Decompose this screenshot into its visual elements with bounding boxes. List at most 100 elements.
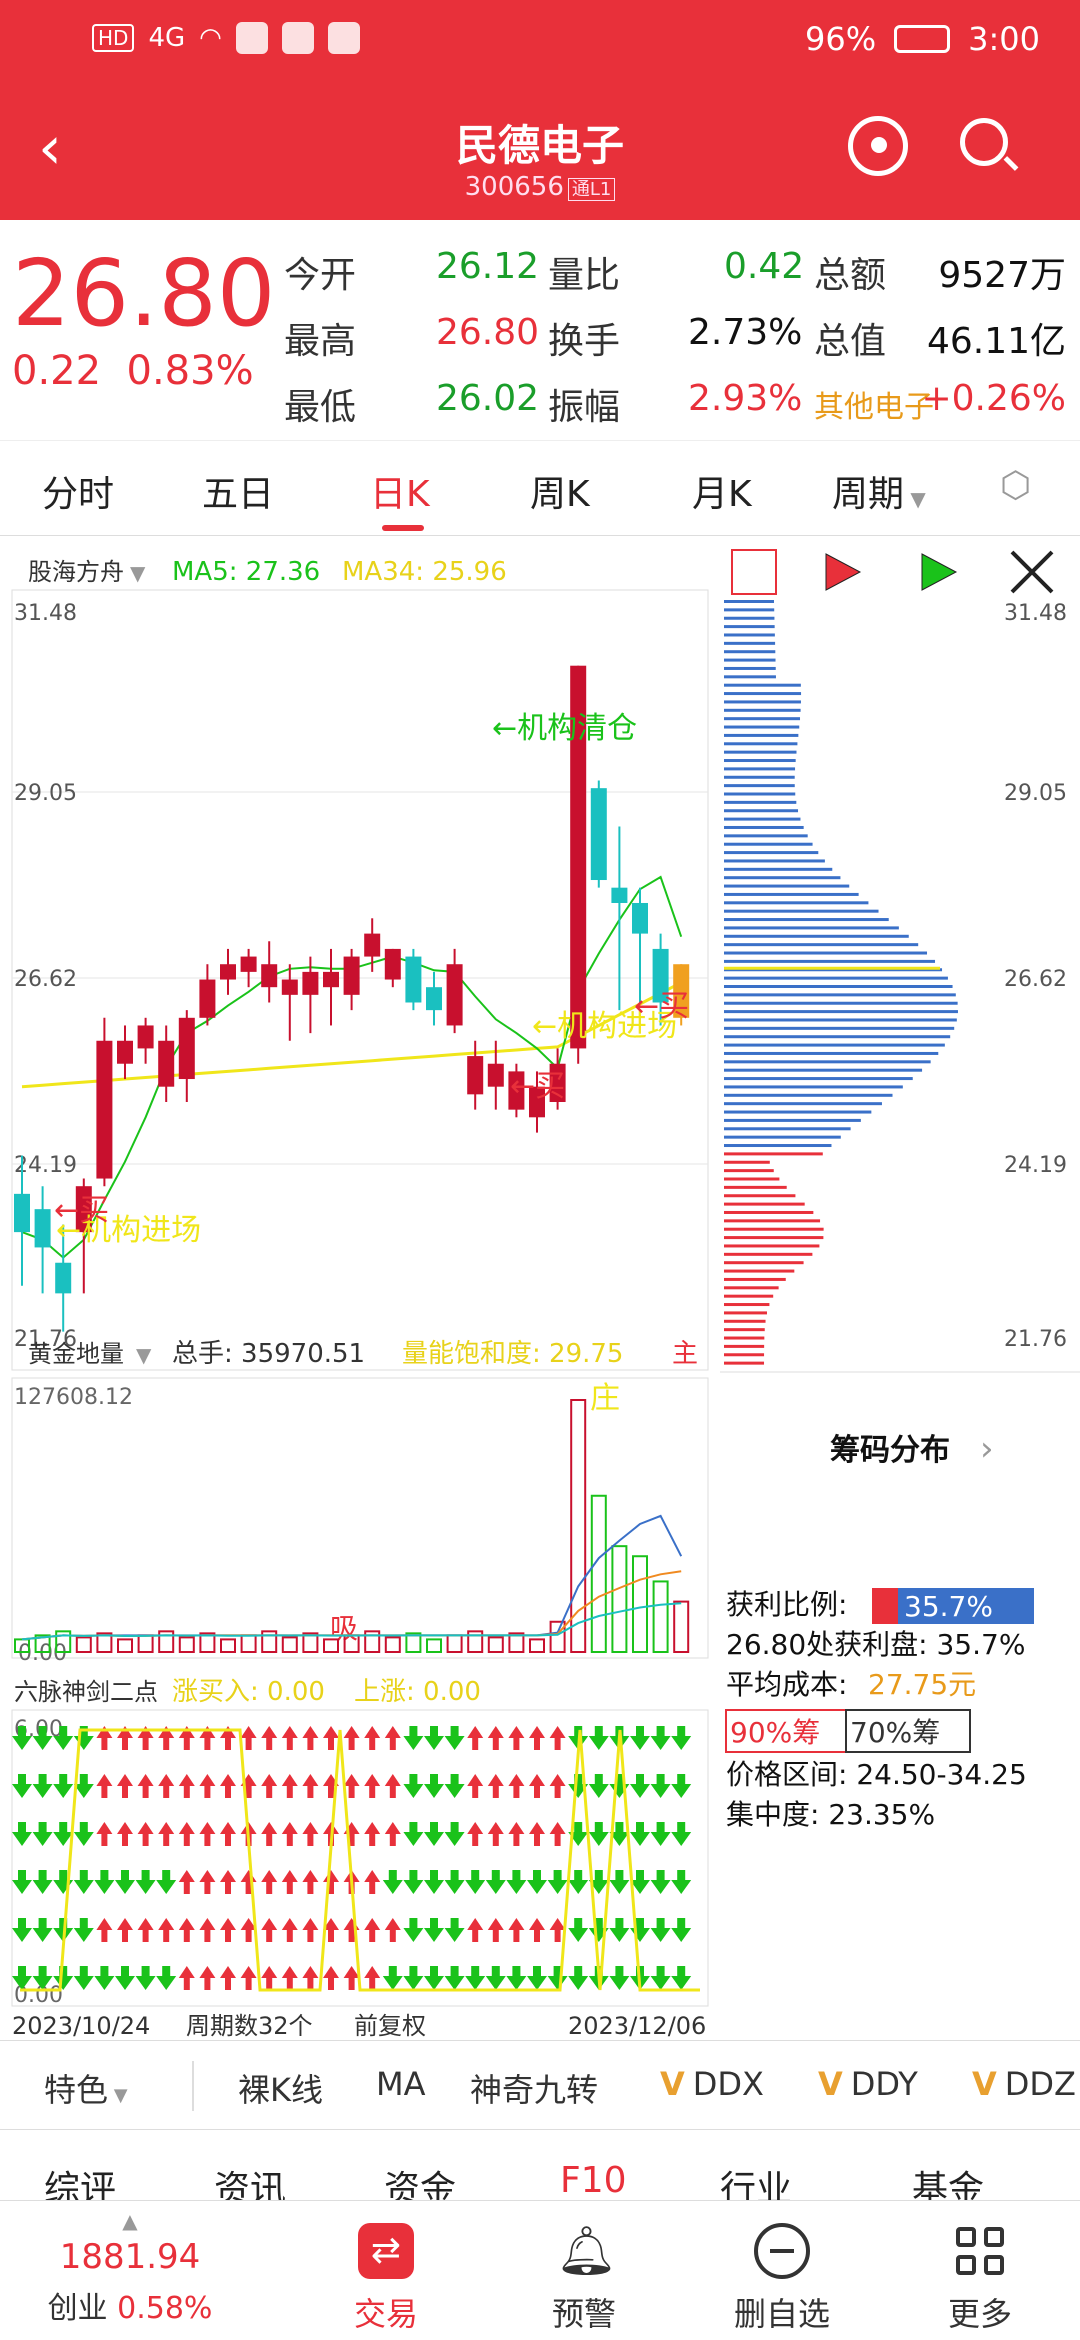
quote-label: 振幅 bbox=[548, 387, 621, 428]
tab-ddy[interactable]: V DDY bbox=[818, 2065, 918, 2103]
chip-bar bbox=[724, 658, 776, 662]
nav-more[interactable]: 更多 bbox=[890, 2201, 1070, 2340]
y-tick-label: 31.48 bbox=[14, 601, 77, 626]
tab-magic-nine[interactable]: 神奇九转 bbox=[470, 2065, 598, 2111]
tab-ddz[interactable]: V DDZ bbox=[972, 2065, 1076, 2103]
tab-intraday[interactable]: 分时 bbox=[42, 465, 114, 517]
chip-bar bbox=[724, 1202, 805, 1206]
tab-special-label: 特色 bbox=[44, 2071, 109, 2109]
candle-body bbox=[14, 1193, 30, 1233]
chip-bar bbox=[724, 759, 796, 763]
annotation-clear: ←机构清仓 bbox=[492, 711, 637, 746]
chip-bar bbox=[724, 1269, 795, 1273]
ma34-label: MA34: 25.96 bbox=[342, 557, 507, 587]
candle-body bbox=[178, 1017, 195, 1080]
nav-remove-label: 删自选 bbox=[733, 2295, 830, 2333]
chip-bar bbox=[724, 892, 859, 896]
tab-industry[interactable]: 行业 bbox=[720, 2160, 792, 2200]
tab-fund[interactable]: 基金 bbox=[912, 2160, 984, 2200]
candle-body bbox=[405, 956, 422, 1003]
chip-bar bbox=[724, 934, 909, 938]
chip-bar bbox=[724, 1018, 957, 1022]
chip-cost-value: 27.75元 bbox=[868, 1668, 976, 1701]
chip-bar bbox=[724, 1336, 765, 1340]
bottom-nav: ▲ 1881.94 创业 0.58% ⇄ 交易 🔔︎ 预警 删自选 更多 bbox=[0, 2200, 1080, 2340]
volume-indicator-name[interactable]: 黄金地量 bbox=[28, 1340, 124, 1368]
chip-bar bbox=[724, 1127, 851, 1131]
chevron-down-icon: ▼ bbox=[904, 487, 926, 511]
y-tick-label-right: 21.76 bbox=[1004, 1327, 1067, 1352]
six-buy-label: 涨买入: 0.00 bbox=[172, 1677, 325, 1707]
tab-news[interactable]: 资讯 bbox=[214, 2160, 286, 2200]
tab-five-day[interactable]: 五日 bbox=[202, 465, 274, 517]
quote-value: 0.42 bbox=[724, 246, 805, 287]
chip-bar bbox=[724, 1303, 770, 1307]
clock: 3:00 bbox=[968, 20, 1040, 58]
index-pct: 0.58% bbox=[117, 2291, 213, 2326]
chip-range: 价格区间: 24.50-34.25 bbox=[726, 1758, 1027, 1791]
status-bar: HD 4G ◠ 96% 3:00 bbox=[0, 0, 1080, 82]
flag-red-icon[interactable] bbox=[825, 553, 862, 591]
chip-bar bbox=[724, 641, 776, 645]
tab-naked-k[interactable]: 裸K线 bbox=[238, 2065, 323, 2111]
chip-bar bbox=[724, 1194, 796, 1198]
adjust-mode: 前复权 bbox=[354, 2012, 426, 2040]
chip-bar bbox=[724, 1060, 931, 1064]
candle-body bbox=[323, 971, 339, 988]
indicator-name[interactable]: 股海方舟 bbox=[28, 558, 124, 586]
tab-ddx-label: DDX bbox=[692, 2065, 764, 2103]
tab-f10[interactable]: F10 bbox=[560, 2160, 627, 2200]
six-swords-name[interactable]: 六脉神剑二点 bbox=[14, 1678, 158, 1706]
chip-bar bbox=[724, 817, 801, 821]
search-icon[interactable] bbox=[960, 118, 1008, 166]
tab-special[interactable]: 特色 ▼ bbox=[44, 2065, 128, 2111]
chip-bar bbox=[724, 608, 775, 612]
index-ticker[interactable]: ▲ 1881.94 创业 0.58% bbox=[30, 2201, 230, 2340]
nav-alert-label: 预警 bbox=[551, 2295, 616, 2333]
kline-chart[interactable]: 31.48 29.05 26.62 24.19 21.76 31.48 29.05 26.6… bbox=[0, 540, 1080, 2040]
tab-daily-k[interactable]: 日K bbox=[370, 465, 430, 517]
tab-ma[interactable]: MA bbox=[376, 2065, 426, 2103]
nav-alert[interactable]: 🔔︎ 预警 bbox=[494, 2201, 674, 2340]
mascot-icon[interactable] bbox=[848, 116, 908, 176]
close-icon[interactable] bbox=[1010, 550, 1054, 594]
chip-title[interactable]: 筹码分布 bbox=[830, 1433, 950, 1468]
tab-ddy-label: DDY bbox=[850, 2065, 918, 2103]
chip-bar bbox=[724, 993, 956, 997]
sector-name[interactable]: 其他电子 bbox=[814, 382, 934, 426]
volume-saturation: 量能饱和度: 29.75 bbox=[402, 1339, 623, 1369]
chip-bar bbox=[724, 809, 799, 813]
tab-period[interactable]: 周期 ▼ bbox=[832, 465, 926, 517]
chevron-right-icon[interactable]: › bbox=[980, 1429, 994, 1469]
y-tick-label-right: 24.19 bbox=[1004, 1153, 1067, 1178]
quote-row: 最高 26.80 换手 2.73% 总值 46.11亿 bbox=[284, 304, 1074, 370]
chip-bar bbox=[724, 1043, 945, 1047]
chip-bar bbox=[724, 1286, 779, 1290]
chip-bar bbox=[724, 616, 775, 620]
nav-remove-watch[interactable]: 删自选 bbox=[692, 2201, 872, 2340]
quote-value: 2.93% bbox=[688, 378, 803, 419]
flag-green-icon[interactable] bbox=[921, 553, 958, 591]
chip-bar bbox=[724, 1185, 787, 1189]
chip-bar bbox=[724, 1227, 824, 1231]
nav-trade[interactable]: ⇄ 交易 bbox=[296, 2201, 476, 2340]
chip-bar bbox=[724, 1085, 903, 1089]
chip-bar bbox=[724, 683, 801, 687]
six-up-label: 上涨: 0.00 bbox=[354, 1677, 481, 1707]
chip-bar bbox=[724, 1068, 923, 1072]
chip-bar bbox=[724, 1252, 813, 1256]
settings-hex-icon[interactable]: ⬡ bbox=[1000, 465, 1031, 506]
tab-ddz-label: DDZ bbox=[1004, 2065, 1076, 2103]
chip-bar bbox=[724, 1361, 765, 1365]
tab-weekly-k[interactable]: 周K bbox=[530, 465, 590, 517]
tab-ddx[interactable]: V DDX bbox=[660, 2065, 764, 2103]
candle-body bbox=[199, 979, 216, 1018]
tab-overview[interactable]: 综评 bbox=[44, 2160, 116, 2200]
chip-cost-label: 平均成本: bbox=[726, 1668, 847, 1701]
tab-monthly-k[interactable]: 月K bbox=[692, 465, 752, 517]
tab-funds[interactable]: 资金 bbox=[384, 2160, 456, 2200]
chip-tool-icon[interactable] bbox=[731, 549, 777, 595]
chip-bar bbox=[724, 1294, 774, 1298]
chip-bar bbox=[724, 1026, 955, 1030]
chip-bar bbox=[724, 1010, 958, 1014]
